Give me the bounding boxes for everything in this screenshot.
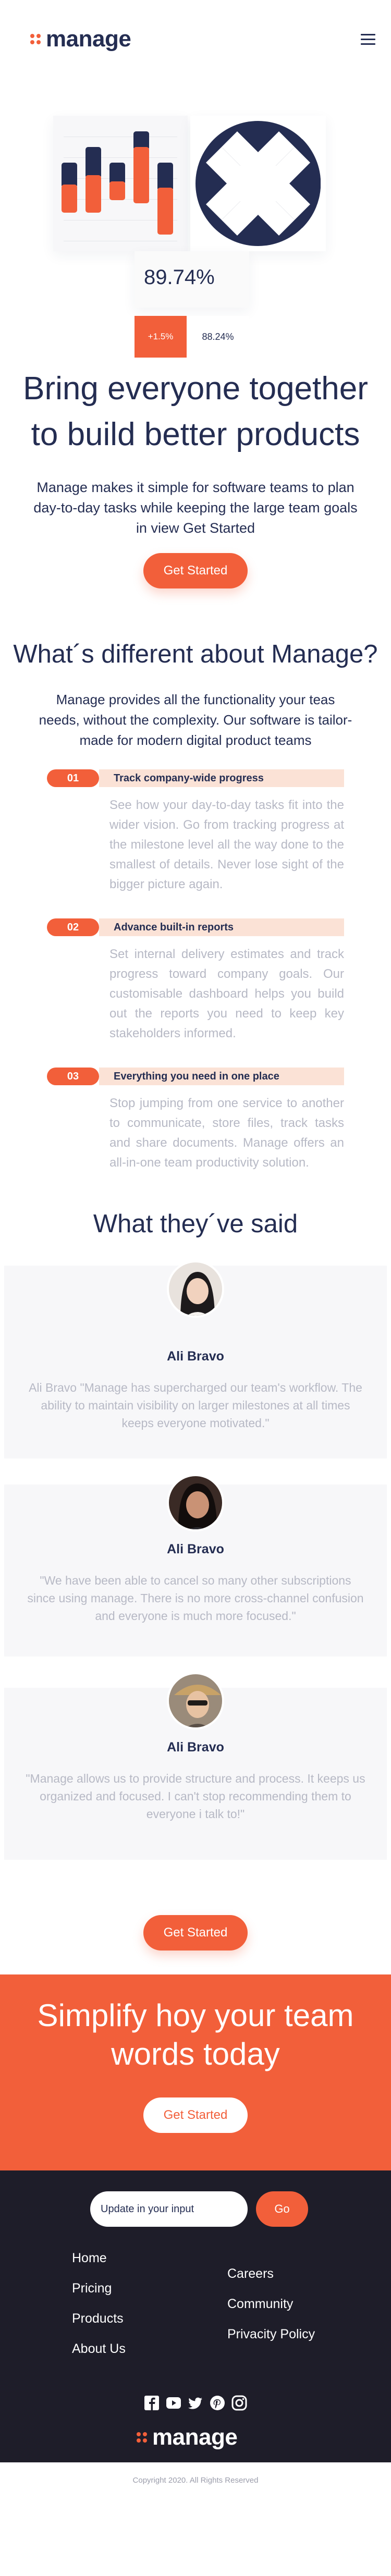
footer-link-products[interactable]: Products: [72, 2311, 124, 2326]
feature-description: See how your day-to-day tasks fit into t…: [109, 798, 344, 891]
testimonial-name: Ali Bravo: [167, 1542, 224, 1556]
facebook-icon[interactable]: [143, 2395, 160, 2411]
bar-navy: [157, 163, 173, 191]
logo[interactable]: manage: [30, 26, 131, 52]
testimonial-card: Ali Bravo "We have been able to cancel s…: [4, 1474, 387, 1657]
footer-link-privacy-policy[interactable]: Privacity Policy: [227, 2327, 315, 2342]
testimonial-card: Ali Bravo Ali Bravo "Manage has supercha…: [4, 1260, 387, 1458]
donut-hole: [233, 158, 283, 208]
feature-number-badge: 02: [47, 918, 99, 936]
feature-header: 01 Track company-wide progress: [47, 769, 344, 787]
feature-number-badge: 01: [47, 769, 99, 787]
footer-logo[interactable]: manage: [137, 2424, 238, 2450]
cta-title: Simplify hoy your team words today: [37, 1998, 354, 2071]
landing-page: manage 89.74% +1.5% 88.24% Bring everyon…: [0, 0, 391, 2576]
donut-chart-card: [190, 116, 326, 251]
donut-chart: [196, 121, 321, 246]
feature-title: Everything you need in one place: [114, 1070, 279, 1082]
testimonial-card: Ali Bravo "Manage allows us to provide s…: [4, 1672, 387, 1860]
logo-text: manage: [46, 26, 131, 52]
testimonial-quote: "We have been able to cancel so many oth…: [27, 1574, 364, 1623]
testimonial-quote: "Manage allows us to provide structure a…: [26, 1772, 365, 1821]
feature-header: 03 Everything you need in one place: [47, 1068, 344, 1085]
testimonial-name: Ali Bravo: [167, 1349, 224, 1364]
feature-description: Set internal delivery estimates and trac…: [109, 947, 344, 1040]
bar-orange: [62, 185, 77, 213]
stat-change-badge: +1.5%: [135, 316, 187, 358]
bar-navy: [62, 163, 77, 188]
youtube-icon[interactable]: [165, 2395, 182, 2411]
bar-orange: [109, 181, 125, 200]
get-started-button[interactable]: Get Started: [143, 1915, 248, 1951]
subscribe-form: Go: [90, 2191, 308, 2227]
testimonial-quote: Ali Bravo "Manage has supercharged our t…: [29, 1381, 362, 1430]
footer-link-careers[interactable]: Careers: [227, 2266, 274, 2281]
avatar: [167, 1672, 224, 1729]
logo-mark-icon: [137, 2432, 147, 2443]
footer-link-community[interactable]: Community: [227, 2297, 293, 2312]
hero-subtitle: Manage makes it simple for software team…: [33, 480, 358, 536]
footer-logo-text: manage: [152, 2424, 238, 2450]
site-footer: Go Home Pricing Products About Us Career…: [0, 2170, 391, 2462]
get-started-button[interactable]: Get Started: [143, 553, 248, 588]
testimonials-title: What they´ve said: [93, 1210, 298, 1238]
instagram-icon[interactable]: [231, 2395, 248, 2411]
bar-chart-card: [53, 116, 188, 251]
site-header: manage: [0, 0, 391, 78]
footer-link-home[interactable]: Home: [72, 2251, 107, 2266]
stat-card: 89.74%: [135, 251, 249, 308]
bar-orange: [133, 147, 149, 203]
logo-mark-icon: [30, 34, 41, 44]
cta-get-started-button[interactable]: Get Started: [143, 2097, 248, 2133]
go-button[interactable]: Go: [256, 2191, 308, 2227]
stat-secondary-value: 88.24%: [187, 316, 249, 358]
copyright-text: Copyright 2020. All Rights Reserved: [132, 2476, 259, 2485]
feature-item: 01 Track company-wide progress See how y…: [0, 751, 391, 894]
features-subtitle: Manage provides all the functionality yo…: [39, 692, 352, 748]
feature-description: Stop jumping from one service to another…: [109, 1096, 344, 1170]
social-links: [143, 2395, 248, 2411]
bar-orange: [85, 175, 101, 213]
footer-link-about-us[interactable]: About Us: [72, 2341, 126, 2357]
hamburger-menu-icon[interactable]: [361, 33, 375, 45]
feature-number-badge: 03: [47, 1068, 99, 1085]
pinterest-icon[interactable]: [209, 2395, 226, 2411]
hero-title: Bring everyone together to build better …: [23, 371, 368, 452]
bar-navy: [85, 147, 101, 178]
email-input[interactable]: [90, 2191, 248, 2227]
cta-banner: Simplify hoy your team words today Get S…: [0, 1974, 391, 2170]
avatar: [167, 1474, 224, 1531]
avatar: [167, 1260, 224, 1318]
features-title: What´s different about Manage?: [13, 640, 378, 668]
footer-link-pricing[interactable]: Pricing: [72, 2281, 112, 2296]
feature-item: 02 Advance built-in reports Set internal…: [0, 894, 391, 1044]
feature-title: Advance built-in reports: [114, 921, 234, 933]
bar-orange: [157, 188, 173, 235]
testimonial-name: Ali Bravo: [167, 1740, 224, 1755]
twitter-icon[interactable]: [187, 2395, 204, 2411]
hero-illustration: 89.74% +1.5% 88.24%: [0, 78, 391, 358]
stat-value: 89.74%: [144, 266, 215, 289]
feature-item: 03 Everything you need in one place Stop…: [0, 1044, 391, 1173]
feature-title: Track company-wide progress: [114, 772, 264, 784]
feature-header: 02 Advance built-in reports: [47, 918, 344, 936]
